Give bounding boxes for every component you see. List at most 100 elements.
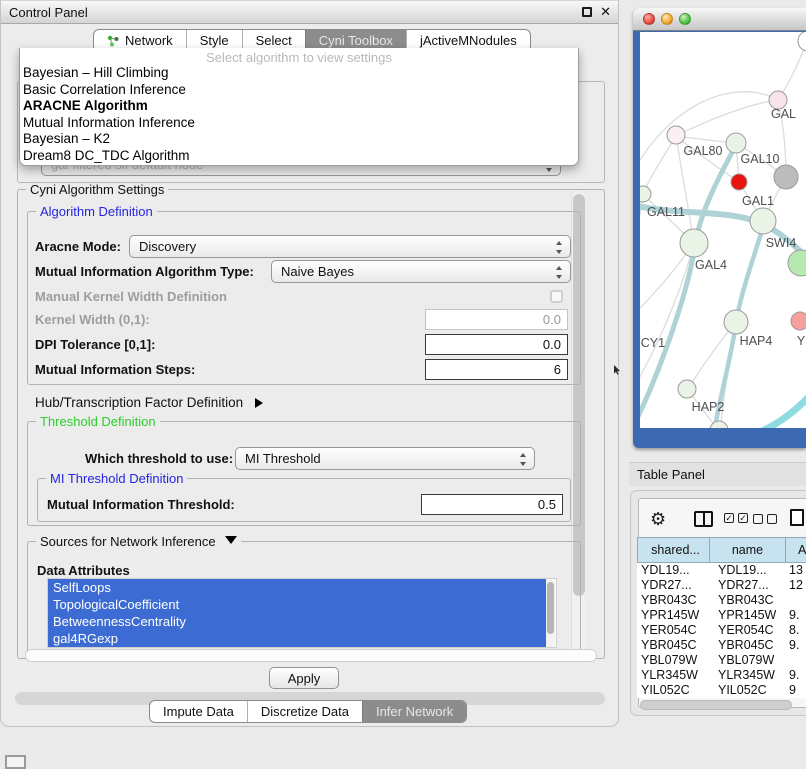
tab-style-label: Style bbox=[200, 33, 229, 48]
table-row[interactable]: YDR27...YDR27...12 bbox=[637, 578, 806, 593]
settings-horizontal-scrollbar[interactable] bbox=[25, 649, 597, 662]
table-row[interactable]: YLR345WYLR345W9. bbox=[637, 668, 806, 683]
dpi-tolerance-input[interactable]: 0.0 bbox=[425, 334, 568, 355]
network-node[interactable] bbox=[798, 32, 806, 51]
network-edge[interactable] bbox=[778, 41, 806, 100]
network-node-gal10[interactable] bbox=[726, 133, 746, 153]
attributes-scrollbar-thumb[interactable] bbox=[547, 582, 554, 634]
network-node-swi4[interactable] bbox=[750, 208, 776, 234]
algorithm-option[interactable]: Bayesian – Hill Climbing bbox=[20, 65, 578, 82]
table-cell bbox=[786, 593, 806, 608]
zoom-window-icon[interactable] bbox=[679, 13, 691, 25]
document-icon[interactable] bbox=[790, 509, 804, 526]
column-header-shared-name[interactable]: shared... bbox=[637, 537, 710, 563]
data-attribute-option[interactable]: BetweennessCentrality bbox=[48, 613, 546, 630]
table-cell: YLR345W bbox=[637, 668, 710, 683]
collapse-arrow-icon bbox=[225, 536, 237, 544]
hub-expander[interactable]: Hub/Transcription Factor Definition bbox=[35, 391, 263, 414]
network-node[interactable] bbox=[788, 250, 806, 276]
aracne-mode-select[interactable]: Discovery bbox=[129, 235, 571, 258]
attributes-scrollbar[interactable] bbox=[546, 580, 555, 648]
tab-infer-network[interactable]: Infer Network bbox=[362, 701, 466, 722]
table-cell: YBR043C bbox=[637, 593, 710, 608]
split-columns-icon[interactable] bbox=[694, 511, 713, 527]
data-attribute-option[interactable]: TopologicalCoefficient bbox=[48, 596, 546, 613]
aracne-mode-value: Discovery bbox=[139, 239, 196, 254]
minimized-panel-icon[interactable] bbox=[5, 755, 26, 769]
combo-arrows-icon bbox=[556, 265, 563, 280]
network-node-label: GAL bbox=[771, 107, 796, 121]
mi-threshold-value: 0.5 bbox=[538, 497, 556, 512]
network-window-titlebar[interactable] bbox=[633, 8, 806, 31]
tab-impute-data[interactable]: Impute Data bbox=[150, 701, 247, 722]
network-node-gal11[interactable] bbox=[640, 186, 651, 202]
select-all-icon[interactable]: ✓ ✓ bbox=[724, 513, 748, 523]
table-row[interactable]: YPR145WYPR145W9. bbox=[637, 608, 806, 623]
manual-kernel-width-checkbox[interactable] bbox=[550, 290, 563, 303]
data-attribute-option[interactable]: SelfLoops bbox=[48, 579, 546, 596]
network-node-gal1[interactable] bbox=[731, 174, 747, 190]
network-node-gal4[interactable] bbox=[680, 229, 708, 257]
mi-algorithm-type-label: Mutual Information Algorithm Type: bbox=[35, 260, 254, 283]
column-header-partial[interactable]: A bbox=[786, 537, 806, 563]
network-node-label: GCY1 bbox=[640, 336, 665, 350]
network-node-hap4[interactable] bbox=[724, 310, 748, 334]
deselect-all-icon[interactable] bbox=[753, 514, 777, 524]
table-settings-gear-icon[interactable]: ⚙ bbox=[650, 508, 666, 530]
mi-algorithm-type-select[interactable]: Naive Bayes bbox=[271, 260, 571, 283]
table-cell: YBR045C bbox=[637, 638, 710, 653]
algorithm-option[interactable]: Mutual Information Inference bbox=[20, 115, 578, 132]
close-panel-icon[interactable]: ✕ bbox=[600, 4, 611, 20]
network-node-label: GAL80 bbox=[684, 144, 723, 158]
network-edge[interactable] bbox=[676, 100, 778, 136]
minimize-window-icon[interactable] bbox=[661, 13, 673, 25]
algorithm-option[interactable]: Dream8 DC_TDC Algorithm bbox=[20, 148, 578, 165]
apply-button[interactable]: Apply bbox=[269, 667, 339, 689]
mouse-cursor bbox=[613, 365, 621, 375]
table-row[interactable]: YBL079WYBL079W bbox=[637, 653, 806, 668]
table-cell: YPR145W bbox=[710, 608, 786, 623]
table-row[interactable]: YBR045CYBR045C9. bbox=[637, 638, 806, 653]
network-edge[interactable] bbox=[643, 136, 676, 194]
mi-steps-input[interactable]: 6 bbox=[425, 359, 568, 380]
kernel-width-input[interactable]: 0.0 bbox=[425, 309, 568, 330]
kernel-width-label: Kernel Width (0,1): bbox=[35, 308, 150, 331]
mi-steps-label: Mutual Information Steps: bbox=[35, 358, 195, 381]
network-node[interactable] bbox=[774, 165, 798, 189]
network-node-label: SWI4 bbox=[766, 236, 797, 250]
network-edge[interactable] bbox=[640, 243, 694, 394]
mi-threshold-input[interactable]: 0.5 bbox=[421, 494, 563, 515]
network-node-y[interactable] bbox=[791, 312, 806, 330]
tab-discretize-data[interactable]: Discretize Data bbox=[247, 701, 362, 722]
table-row[interactable]: YER054CYER054C8. bbox=[637, 623, 806, 638]
float-panel-icon[interactable] bbox=[582, 7, 592, 17]
network-icon bbox=[107, 35, 120, 47]
table-cell: YER054C bbox=[710, 623, 786, 638]
network-node-hap2[interactable] bbox=[678, 380, 696, 398]
data-attribute-option[interactable]: gal4RGexp bbox=[48, 630, 546, 647]
which-threshold-label: Which threshold to use: bbox=[85, 447, 233, 470]
table-row[interactable]: YDL19...YDL19...13 bbox=[637, 563, 806, 578]
algorithm-option[interactable]: ARACNE Algorithm bbox=[20, 98, 578, 115]
tab-cyni-toolbox-label: Cyni Toolbox bbox=[319, 33, 393, 48]
network-edge[interactable] bbox=[760, 389, 806, 428]
table-horizontal-scrollbar[interactable] bbox=[640, 700, 792, 710]
table-row[interactable]: YBR043CYBR043C bbox=[637, 593, 806, 608]
which-threshold-select[interactable]: MI Threshold bbox=[235, 447, 535, 470]
unchecked-box-icon bbox=[767, 514, 777, 524]
network-view-window: GALGAL80GAL10GAL1GAL11SWI4GAL4GCY1HAP4YH… bbox=[633, 8, 806, 448]
combo-arrows-icon bbox=[520, 452, 527, 467]
network-node-label: HAP2 bbox=[692, 400, 725, 414]
network-canvas[interactable]: GALGAL80GAL10GAL1GAL11SWI4GAL4GCY1HAP4YH… bbox=[640, 32, 806, 428]
column-header-name[interactable]: name bbox=[710, 537, 786, 563]
sources-title[interactable]: Sources for Network Inference bbox=[36, 534, 241, 549]
table-cell: YPR145W bbox=[637, 608, 710, 623]
table-cell: 9. bbox=[786, 668, 806, 683]
network-edge[interactable] bbox=[640, 92, 778, 182]
data-attributes-list: SelfLoopsTopologicalCoefficientBetweenne… bbox=[47, 578, 557, 648]
algorithm-option[interactable]: Bayesian – K2 bbox=[20, 131, 578, 148]
table-row[interactable]: YIL052CYIL052C9 bbox=[637, 683, 806, 698]
network-node-gal80[interactable] bbox=[667, 126, 685, 144]
algorithm-option[interactable]: Basic Correlation Inference bbox=[20, 82, 578, 99]
close-window-icon[interactable] bbox=[643, 13, 655, 25]
